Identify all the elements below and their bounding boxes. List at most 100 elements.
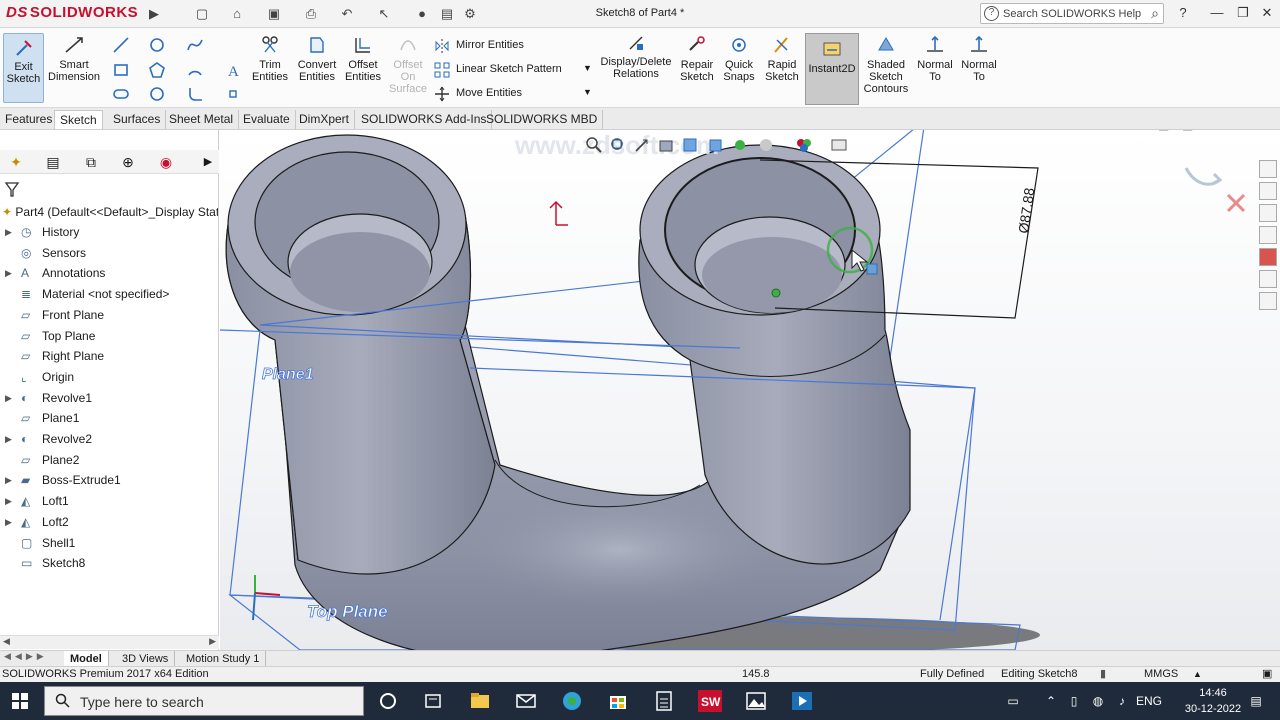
open-folder-icon[interactable]: ⌂ <box>228 5 246 23</box>
apply-scene-icon[interactable] <box>795 136 813 154</box>
quick-snaps-button[interactable]: Quick Snaps <box>722 34 756 83</box>
tree-item-history[interactable]: ▶ ◷ History <box>0 222 219 242</box>
offset-entities-button[interactable]: Offset Entities <box>343 34 383 83</box>
polygon-icon[interactable] <box>148 61 166 79</box>
tree-item-shell1[interactable]: ▢ Shell1 <box>0 533 219 553</box>
viewport-minimize-icon[interactable]: — <box>1208 130 1220 132</box>
tab-solidworks-mbd[interactable]: SOLIDWORKS MBD <box>481 110 604 129</box>
tree-root-part[interactable]: ✦ Part4 (Default<<Default>_Display State <box>2 202 218 222</box>
select-pointer-icon[interactable]: ↖ <box>375 5 393 23</box>
view-palette-icon[interactable] <box>1259 226 1277 244</box>
tree-item-loft2[interactable]: ▶ ◭ Loft2 <box>0 512 219 532</box>
edit-appearance-icon[interactable] <box>757 136 775 154</box>
offset-on-surface-button[interactable]: Offset On Surface <box>387 34 429 95</box>
tree-item-loft1[interactable]: ▶ ◭ Loft1 <box>0 491 219 511</box>
tab-dimxpert[interactable]: DimXpert <box>294 110 356 129</box>
display-manager-tab-icon[interactable]: ◉ <box>154 152 178 172</box>
windows-start-icon[interactable] <box>0 682 42 720</box>
hide-show-items-icon[interactable] <box>731 136 749 154</box>
tree-item-boss-extrude1[interactable]: ▶ ▰ Boss-Extrude1 <box>0 470 219 490</box>
tree-filter-input[interactable] <box>3 180 215 200</box>
viewport-collapse-left-icon[interactable]: ◧ <box>1158 130 1169 132</box>
tab-sheet-metal[interactable]: Sheet Metal <box>164 110 240 129</box>
system-clock[interactable]: 14:46 30-12-2022 <box>1178 685 1248 717</box>
tree-item-annotations[interactable]: ▶ A Annotations <box>0 263 219 283</box>
circle-icon[interactable] <box>148 36 166 54</box>
show-hidden-icons-icon[interactable]: ⌃ <box>1042 682 1060 720</box>
forum-icon[interactable] <box>1259 292 1277 310</box>
undo-icon[interactable]: ↶ <box>338 5 356 23</box>
tree-item-sketch8[interactable]: ▭ Sketch8 <box>0 553 219 573</box>
panel-horizontal-scrollbar[interactable]: ◀ ▶ <box>0 635 219 649</box>
solidworks-resources-icon[interactable] <box>1259 160 1277 178</box>
convert-entities-button[interactable]: Convert Entities <box>296 34 338 83</box>
expand-arrow-icon[interactable]: ▶ <box>5 512 15 532</box>
tree-item-sensors[interactable]: ◎ Sensors <box>0 243 219 263</box>
solidworks-taskbar-icon[interactable]: SW <box>696 687 724 715</box>
mail-icon[interactable] <box>512 687 540 715</box>
smart-dimension-button[interactable]: Smart Dimension <box>48 34 100 83</box>
trim-entities-button[interactable]: Trim Entities <box>250 34 290 83</box>
arc-icon[interactable] <box>186 61 204 79</box>
text-icon[interactable]: A <box>224 61 242 79</box>
linear-sketch-pattern-button[interactable]: Linear Sketch Pattern <box>456 63 562 75</box>
restore-icon[interactable]: ❐ <box>1232 4 1254 22</box>
expand-arrow-icon[interactable]: ▶ <box>5 429 15 449</box>
tree-item-revolve1[interactable]: ▶ ◐ Revolve1 <box>0 388 219 408</box>
feature-manager-tab-icon[interactable]: ✦ <box>4 152 28 172</box>
panel-expand-arrow-icon[interactable]: ▶ <box>196 152 220 172</box>
volume-icon[interactable]: ♪ <box>1112 682 1132 720</box>
zoom-to-area-icon[interactable] <box>609 136 627 154</box>
rebuild-status-icon[interactable]: ▮ <box>1100 667 1106 682</box>
top-plane-label[interactable]: Top Plane <box>307 602 388 622</box>
tab-3d-views[interactable]: 3D Views <box>116 651 176 667</box>
file-explorer-icon[interactable] <box>1259 204 1277 222</box>
zoom-to-fit-icon[interactable] <box>585 136 603 154</box>
expand-arrow-icon[interactable]: ▶ <box>5 263 15 283</box>
notifications-icon[interactable]: ▤ <box>1244 682 1268 720</box>
tab-surfaces[interactable]: Surfaces <box>108 110 167 129</box>
tree-item-origin[interactable]: ⌞ Origin <box>0 367 219 387</box>
unit-system-selector[interactable]: MMGS <box>1144 667 1178 682</box>
save-icon[interactable]: ▣ <box>265 5 283 23</box>
close-icon[interactable]: ✕ <box>1256 4 1278 22</box>
unit-dropdown-icon[interactable]: ▲ <box>1193 667 1202 682</box>
mirror-entities-button[interactable]: Mirror Entities <box>456 39 524 51</box>
flyout-arrow-icon[interactable]: ▶ <box>145 5 163 23</box>
cancel-sketch-icon[interactable] <box>1226 193 1246 213</box>
slot-icon[interactable] <box>112 85 130 103</box>
confirmation-corner-icon[interactable] <box>1184 167 1223 186</box>
media-player-icon[interactable] <box>788 687 816 715</box>
dimxpert-manager-tab-icon[interactable]: ⊕ <box>116 152 140 172</box>
tab-features[interactable]: Features <box>0 110 59 129</box>
normal-to-button[interactable]: Normal To <box>915 34 955 83</box>
search-help-input[interactable]: ? Search SOLIDWORKS Help ⌕ <box>980 3 1164 24</box>
shaded-sketch-contours-button[interactable]: Shaded Sketch Contours <box>862 34 910 95</box>
network-icon[interactable]: ◍ <box>1088 682 1108 720</box>
new-document-icon[interactable]: ▢ <box>193 5 211 23</box>
edge-browser-icon[interactable] <box>558 687 586 715</box>
tree-item-revolve2[interactable]: ▶ ◐ Revolve2 <box>0 429 219 449</box>
fillet-icon[interactable] <box>148 85 166 103</box>
exit-sketch-button[interactable]: Exit Sketch <box>3 33 44 103</box>
photos-icon[interactable] <box>742 687 770 715</box>
appearances-icon[interactable] <box>1259 248 1277 266</box>
solidworks-logo[interactable]: DS SOLIDWORKS <box>6 4 138 21</box>
tree-item-top-plane[interactable]: ▱ Top Plane <box>0 326 219 346</box>
expand-arrow-icon[interactable]: ▶ <box>5 470 15 490</box>
point-icon[interactable] <box>224 85 242 103</box>
search-icon[interactable]: ⌕ <box>1151 5 1159 22</box>
display-delete-relations-button[interactable]: Display/Delete Relations <box>598 56 674 80</box>
tree-item-plane1[interactable]: ▱ Plane1 <box>0 408 219 428</box>
plane1-label[interactable]: Plane1 <box>262 366 314 384</box>
expand-arrow-icon[interactable]: ▶ <box>5 491 15 511</box>
tray-app-icon[interactable]: ▭ <box>1000 682 1026 720</box>
line-icon[interactable] <box>112 36 130 54</box>
move-dropdown-icon[interactable]: ▼ <box>583 87 592 97</box>
previous-view-icon[interactable] <box>633 136 651 154</box>
viewport-close-icon[interactable]: ✕ <box>1254 130 1264 132</box>
scroll-right-icon[interactable]: ▶ <box>209 636 216 647</box>
task-view-icon[interactable] <box>419 687 447 715</box>
rapid-sketch-button[interactable]: Rapid Sketch <box>763 34 801 83</box>
help-button[interactable]: ? <box>1172 4 1194 22</box>
